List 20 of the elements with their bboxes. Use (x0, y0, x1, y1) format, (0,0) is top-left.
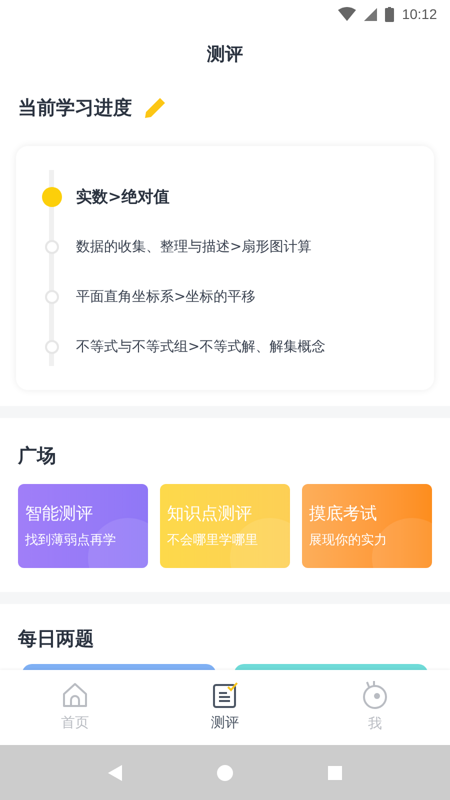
progress-item[interactable]: 实数>绝对值 (76, 185, 170, 209)
checklist-icon (211, 681, 239, 709)
pencil-icon[interactable] (144, 97, 166, 119)
home-icon (61, 681, 89, 709)
page-title: 测评 (207, 42, 243, 66)
face-icon (361, 680, 389, 710)
signal-icon (364, 8, 377, 20)
section-title: 广场 (18, 444, 56, 469)
home-circle-icon[interactable] (216, 764, 233, 780)
section-title: 当前学习进度 (18, 96, 132, 121)
tab-item[interactable]: 测评 (150, 670, 300, 745)
progress-item[interactable]: 数据的收集、整理与描述>扇形图计算 (76, 236, 312, 258)
recents-icon[interactable] (328, 766, 342, 780)
status-time: 10:12 (402, 4, 437, 24)
wifi-icon (338, 7, 356, 21)
back-icon[interactable] (108, 764, 122, 780)
section-title: 每日两题 (18, 626, 94, 652)
progress-item[interactable]: 平面直角坐标系>坐标的平移 (76, 286, 256, 308)
progress-item[interactable]: 不等式与不等式组>不等式解、解集概念 (76, 336, 326, 358)
battery-icon (384, 6, 394, 22)
